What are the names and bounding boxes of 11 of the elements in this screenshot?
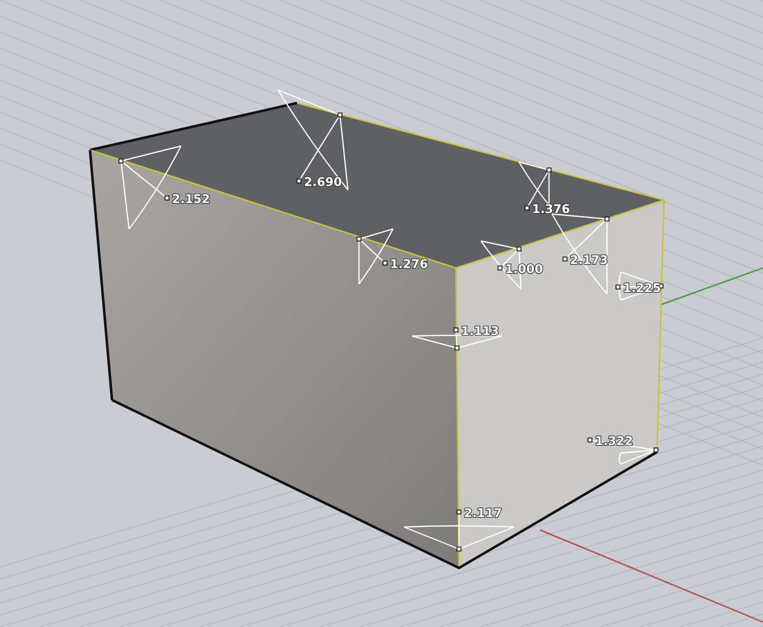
curvature-value-label: 1.113	[461, 324, 499, 338]
curvature-value-label: 1.225	[623, 281, 661, 295]
curvature-marker-drawing	[588, 438, 658, 465]
curvature-value-label: 1.276	[390, 257, 428, 271]
curvature-value-label: 2.690	[304, 175, 342, 189]
curvature-value-label: 1.376	[532, 202, 570, 216]
curvature-value-label: 2.173	[570, 253, 608, 267]
curvature-value-label: 2.117	[464, 506, 502, 520]
curvature-value-label: 2.152	[172, 192, 210, 206]
curvature-marker-drawing	[616, 271, 664, 301]
curvature-value-label: 1.000	[505, 262, 543, 276]
